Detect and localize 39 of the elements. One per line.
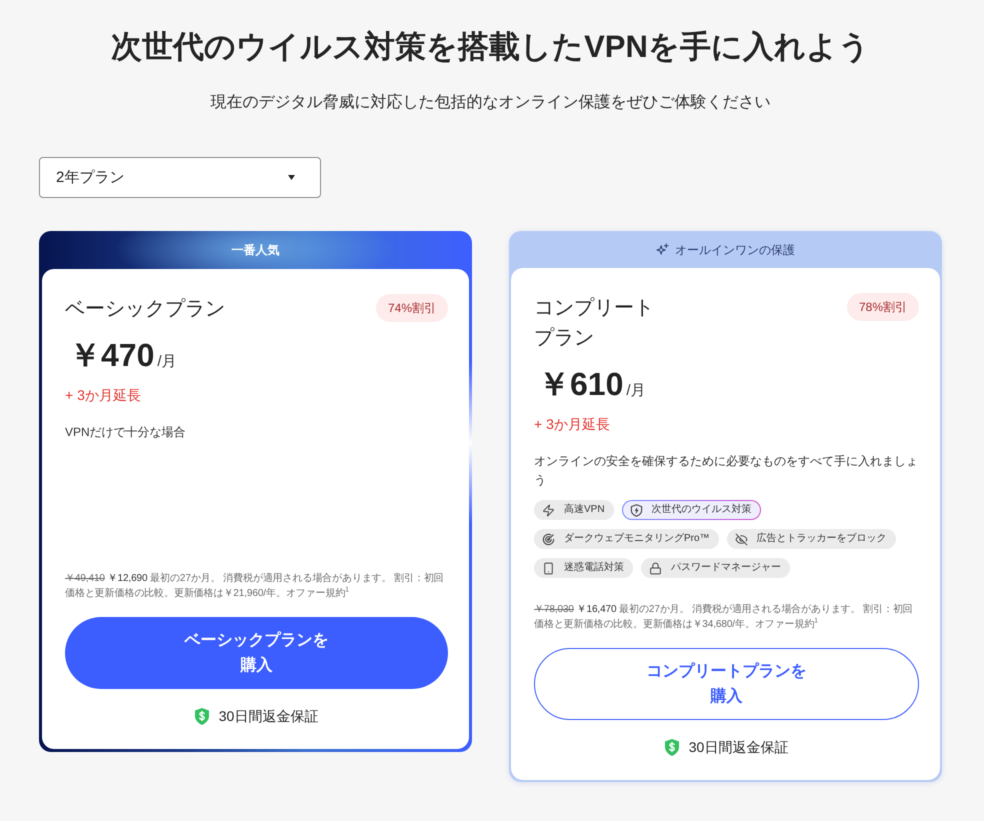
bonus-text: + 3か月延長 <box>65 386 142 405</box>
plan-description: オンラインの安全を確保するために必要なものをすべて手に入れましょう <box>534 453 919 489</box>
guarantee-text: 30日間返金保証 <box>218 707 318 726</box>
price-amount: ￥470 <box>69 336 154 375</box>
bonus-text: + 3か月延長 <box>534 415 611 434</box>
buy-button[interactable]: コンプリートプランを購入 <box>534 648 919 720</box>
plan-select[interactable]: 2年プラン <box>39 157 321 198</box>
eye-off-icon <box>734 532 748 546</box>
plan-name: コンプリートプラン <box>534 296 655 351</box>
feature-label: 次世代のウイルス対策 <box>652 503 752 517</box>
bolt-icon <box>542 504 555 516</box>
lock-icon <box>649 562 662 574</box>
shield-bolt-icon <box>630 504 643 516</box>
feature-label: 高速VPN <box>564 503 605 517</box>
smartphone-icon <box>542 562 555 574</box>
ribbon-label: 一番人気 <box>232 242 280 258</box>
guarantee-text: 30日間返金保証 <box>688 738 788 757</box>
plan-description: VPNだけで十分な場合 <box>65 424 187 441</box>
feature-label: 広告とトラッカーをブロック <box>756 532 887 546</box>
target-icon <box>542 532 555 546</box>
buy-button[interactable]: ベーシックプランを購入 <box>65 617 448 689</box>
page-title: 次世代のウイルス対策を搭載したVPNを手に入れよう <box>110 28 871 66</box>
price-period: /月 <box>626 381 646 400</box>
price-amount: ￥610 <box>538 365 624 404</box>
shield-dollar-icon <box>194 708 209 724</box>
feature-label: パスワードマネージャー <box>671 561 781 575</box>
caret-icon <box>288 175 295 180</box>
sparkle-icon <box>656 243 669 256</box>
fine-print: ￥78,030 ￥16,470 最初の27か月。 消費税が適用される場合があります。 割引：初回価格と更新価格の比較。更新価格は￥34,680/年。オファー規約$^{1}$ <box>534 602 914 632</box>
ribbon-label: オールインワンの保護 <box>675 242 795 258</box>
discount-badge: 74%割引 <box>376 294 448 322</box>
discount-badge: 78%割引 <box>846 293 919 321</box>
price-period: /月 <box>157 352 177 371</box>
plan-name: ベーシックプラン <box>65 297 225 322</box>
shield-dollar-icon <box>664 738 679 756</box>
fine-print: ￥49,410 ￥12,690 最初の27か月。 消費税が適用される場合があります。 割引：初回価格と更新価格の比較。更新価格は￥21,960/年。オファー規約$^{1}$ <box>65 572 445 601</box>
feature-label: 迷惑電話対策 <box>564 561 624 575</box>
page-subtitle: 現在のデジタル脅威に対応した包括的なオンライン保護をぜひご体験ください <box>210 92 772 113</box>
feature-label: ダークウェブモニタリングPro™ <box>564 532 710 546</box>
